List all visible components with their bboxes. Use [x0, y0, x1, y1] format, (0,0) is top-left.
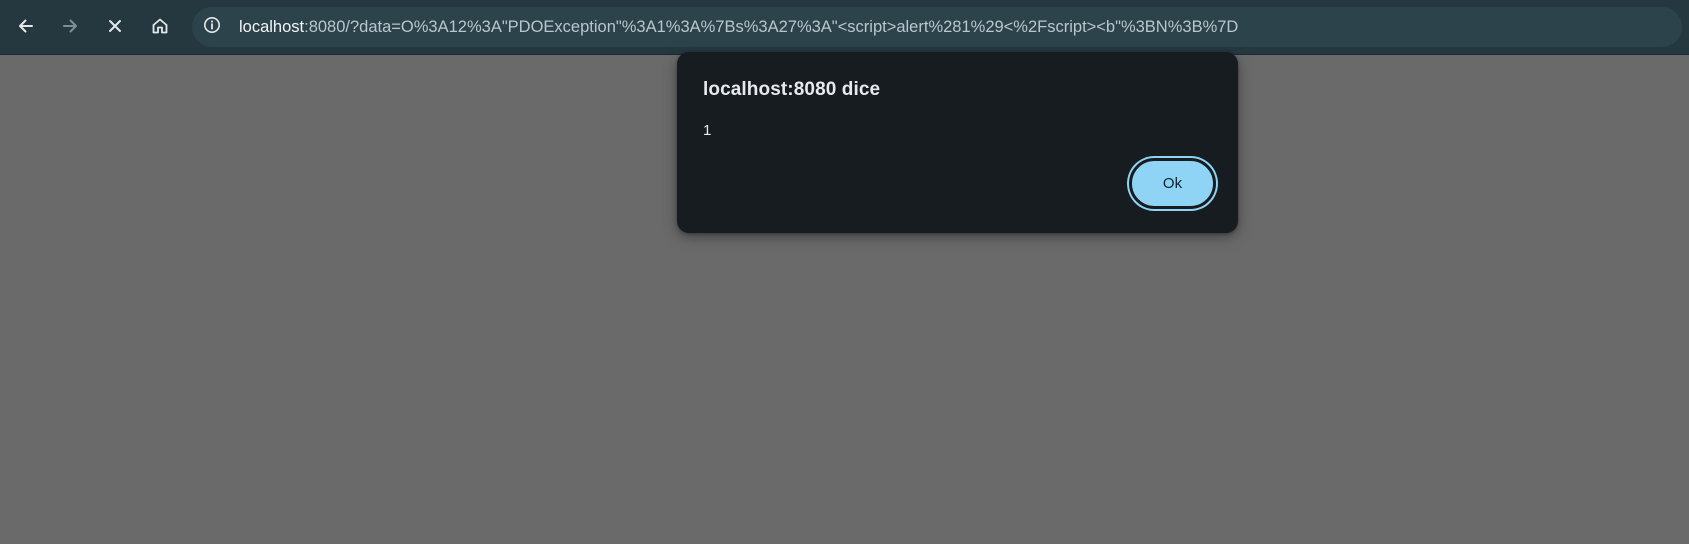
dialog-title: localhost:8080 dice — [703, 79, 881, 100]
home-button[interactable] — [142, 8, 178, 44]
address-bar[interactable]: localhost:8080/?data=O%3A12%3A"PDOExcept… — [192, 7, 1682, 47]
stop-loading-button[interactable] — [97, 8, 133, 44]
forward-button[interactable] — [52, 8, 88, 44]
url-path: :8080/?data=O%3A12%3A"PDOException"%3A1%… — [304, 18, 1239, 36]
arrow-right-icon — [60, 16, 80, 36]
info-icon — [203, 16, 221, 39]
url-text[interactable]: localhost:8080/?data=O%3A12%3A"PDOExcept… — [239, 7, 1238, 47]
arrow-left-icon — [16, 16, 36, 36]
ok-button[interactable]: Ok — [1129, 158, 1216, 209]
close-icon — [105, 16, 125, 36]
alert-dialog: localhost:8080 dice 1 Ok — [677, 52, 1238, 233]
dialog-message: 1 — [703, 122, 712, 139]
site-info-button[interactable] — [201, 16, 223, 38]
browser-toolbar: localhost:8080/?data=O%3A12%3A"PDOExcept… — [0, 0, 1689, 55]
url-host: localhost — [239, 18, 305, 36]
back-button[interactable] — [8, 8, 44, 44]
home-icon — [150, 16, 170, 36]
